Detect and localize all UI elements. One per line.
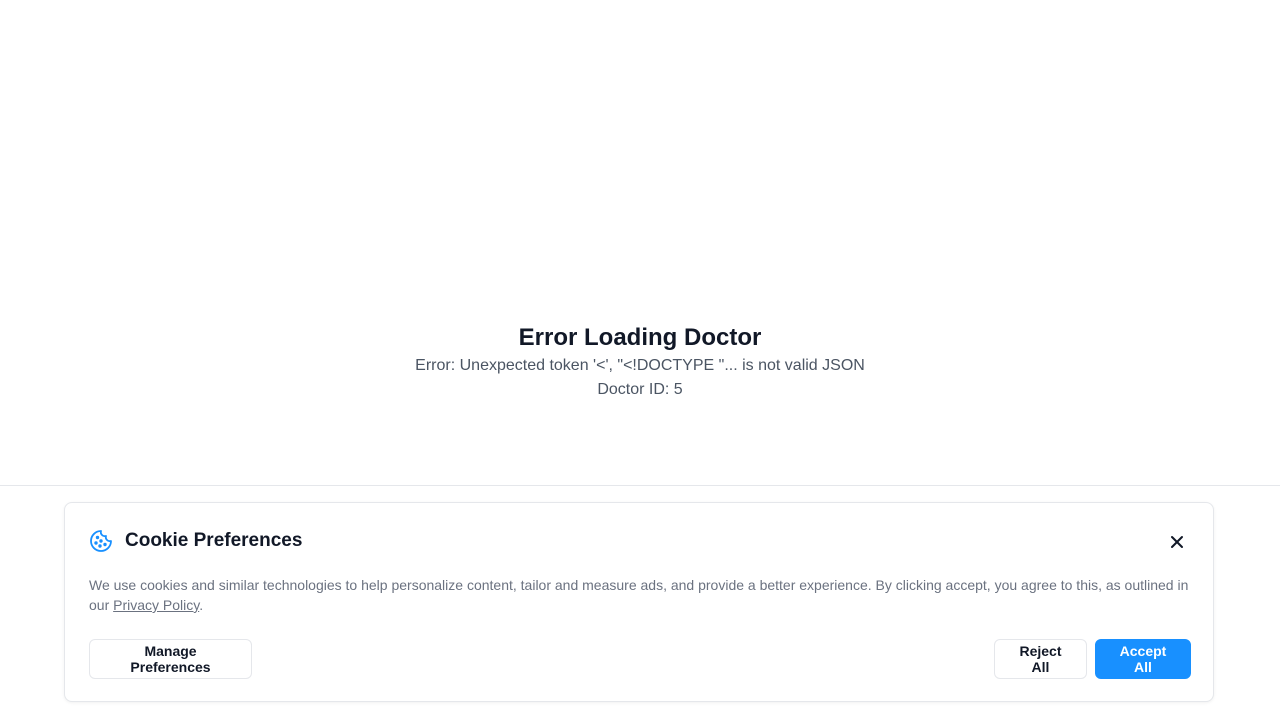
cookie-icon — [89, 529, 113, 553]
reject-all-button[interactable]: Reject All — [994, 639, 1087, 679]
close-icon — [1170, 535, 1184, 552]
close-button[interactable] — [1165, 531, 1189, 555]
cookie-title: Cookie Preferences — [125, 530, 303, 551]
cookie-header: Cookie Preferences — [89, 529, 302, 553]
cookie-banner: Cookie Preferences We use cookies and si… — [64, 502, 1214, 702]
cookie-description-text: We use cookies and similar technologies … — [89, 577, 1189, 613]
doctor-id-text: Doctor ID: 5 — [597, 381, 683, 398]
error-title: Error Loading Doctor — [518, 324, 762, 351]
error-message: Error: Unexpected token '<', "<!DOCTYPE … — [415, 357, 865, 374]
banner-divider — [0, 485, 1280, 486]
accept-all-button[interactable]: Accept All — [1095, 639, 1191, 679]
error-panel: Error Loading Doctor Error: Unexpected t… — [0, 322, 1280, 402]
manage-preferences-button[interactable]: Manage Preferences — [89, 639, 252, 679]
privacy-policy-link[interactable]: Privacy Policy — [113, 597, 199, 613]
cookie-description: We use cookies and similar technologies … — [89, 575, 1189, 615]
page: Error Loading Doctor Error: Unexpected t… — [0, 0, 1280, 720]
cookie-description-end: . — [199, 597, 204, 613]
